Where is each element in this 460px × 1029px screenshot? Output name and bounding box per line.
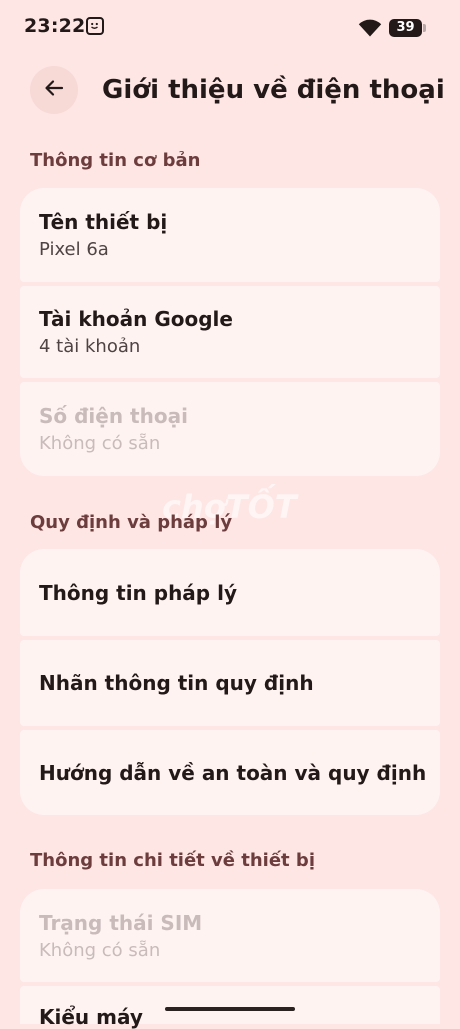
sim-status-value: Không có sẵn — [39, 939, 161, 961]
section-header-device-details: Thông tin chi tiết về thiết bị — [30, 850, 315, 871]
status-bar: 23:22 39 — [0, 0, 460, 56]
device-name-value: Pixel 6a — [39, 239, 109, 260]
status-time: 23:22 — [24, 15, 86, 37]
phone-number-title: Số điện thoại — [39, 404, 188, 428]
regulatory-labels-item[interactable]: Nhãn thông tin quy định — [20, 640, 440, 726]
section-header-basic-info: Thông tin cơ bản — [30, 150, 201, 171]
battery-tip — [423, 24, 426, 32]
safety-regulatory-item[interactable]: Hướng dẫn về an toàn và quy định — [20, 730, 440, 815]
phone-number-item: Số điện thoại Không có sẵn — [20, 382, 440, 476]
face-notification-icon — [86, 17, 104, 35]
device-name-item[interactable]: Tên thiết bị Pixel 6a — [20, 188, 440, 282]
back-button[interactable] — [30, 66, 78, 114]
google-account-value: 4 tài khoản — [39, 336, 141, 357]
sim-status-title: Trạng thái SIM — [39, 910, 203, 935]
home-indicator[interactable] — [165, 1007, 295, 1011]
arrow-left-icon — [42, 76, 66, 104]
device-name-title: Tên thiết bị — [39, 210, 168, 234]
page-title: Giới thiệu về điện thoại — [102, 75, 445, 105]
battery-indicator: 39 — [389, 19, 422, 37]
safety-regulatory-title: Hướng dẫn về an toàn và quy định — [39, 760, 427, 785]
google-account-title: Tài khoản Google — [39, 307, 233, 331]
legal-info-title: Thông tin pháp lý — [39, 580, 237, 605]
sim-status-item: Trạng thái SIM Không có sẵn — [20, 889, 440, 982]
regulatory-labels-title: Nhãn thông tin quy định — [39, 671, 314, 695]
model-item[interactable]: Kiểu máy — [20, 986, 440, 1029]
app-bar: Giới thiệu về điện thoại — [0, 64, 460, 116]
google-account-item[interactable]: Tài khoản Google 4 tài khoản — [20, 286, 440, 378]
section-header-regulatory: Quy định và pháp lý — [30, 512, 233, 533]
legal-info-item[interactable]: Thông tin pháp lý — [20, 549, 440, 636]
wifi-icon — [358, 18, 382, 42]
phone-number-value: Không có sẵn — [39, 433, 161, 454]
